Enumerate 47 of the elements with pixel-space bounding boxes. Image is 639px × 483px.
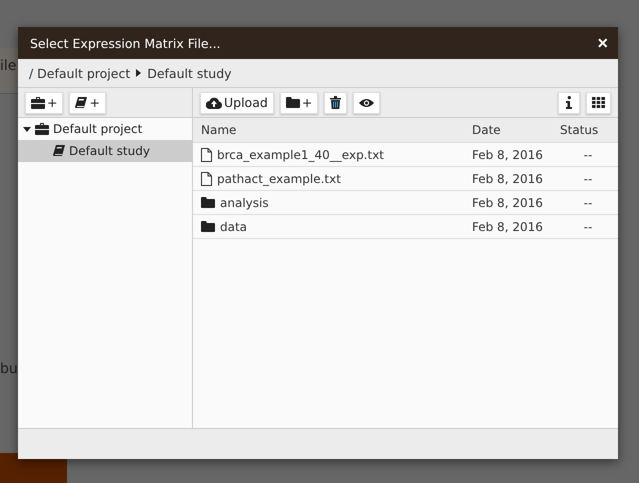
- new-folder-button[interactable]: +: [280, 92, 318, 114]
- eye-icon: [359, 98, 374, 108]
- folder-icon: [201, 197, 215, 208]
- info-button[interactable]: [558, 92, 580, 114]
- new-study-button[interactable]: +: [69, 92, 106, 114]
- grid-icon: [592, 97, 605, 108]
- upload-button[interactable]: Upload: [200, 92, 274, 114]
- tree-item[interactable]: Default project: [18, 118, 192, 140]
- info-icon: [566, 96, 572, 109]
- date-cell-text: Feb 8, 2016: [472, 220, 544, 234]
- date-cell-text: Feb 8, 2016: [472, 148, 544, 162]
- folder-icon: [201, 221, 215, 232]
- breadcrumb-current: Default study: [147, 66, 232, 80]
- book-icon: [75, 96, 88, 108]
- date-cell-text: Feb 8, 2016: [472, 196, 544, 210]
- background-text: ile.: [0, 58, 21, 74]
- column-header[interactable]: Name: [201, 123, 472, 137]
- folder-icon: [286, 97, 300, 108]
- folder-name[interactable]: data: [201, 220, 472, 234]
- background-text: bu: [0, 361, 18, 377]
- file-icon: [201, 148, 212, 162]
- trash-icon: [330, 96, 342, 109]
- status-cell-text: --: [582, 172, 594, 186]
- caret-right-icon: [136, 69, 142, 77]
- briefcase-icon: [35, 123, 49, 135]
- delete-button[interactable]: [324, 92, 348, 114]
- status-cell-text: --: [582, 148, 594, 162]
- book-icon: [53, 145, 65, 157]
- column-header[interactable]: Date: [472, 123, 558, 137]
- preview-button[interactable]: [353, 92, 380, 114]
- status-cell-text: --: [582, 196, 594, 210]
- status-cell-text: --: [582, 220, 594, 234]
- close-button[interactable]: ×: [597, 34, 608, 52]
- file-name[interactable]: brca_example1_40__exp.txt: [201, 148, 472, 162]
- date-cell-text: Feb 8, 2016: [472, 172, 544, 186]
- breadcrumb-link[interactable]: / Default project: [29, 66, 130, 80]
- tree-item[interactable]: Default study: [18, 140, 192, 162]
- folder-name[interactable]: analysis: [201, 196, 472, 210]
- grid-button[interactable]: [586, 92, 611, 114]
- briefcase-icon: [31, 96, 45, 108]
- column-header[interactable]: Status: [558, 123, 618, 137]
- window-title: Select Expression Matrix File...: [30, 36, 222, 50]
- caret-icon[interactable]: [23, 126, 31, 132]
- file-icon: [201, 172, 212, 186]
- file-name[interactable]: pathact_example.txt: [201, 172, 472, 186]
- new-project-button[interactable]: +: [25, 92, 64, 114]
- cloud-upload-icon: [206, 96, 222, 108]
